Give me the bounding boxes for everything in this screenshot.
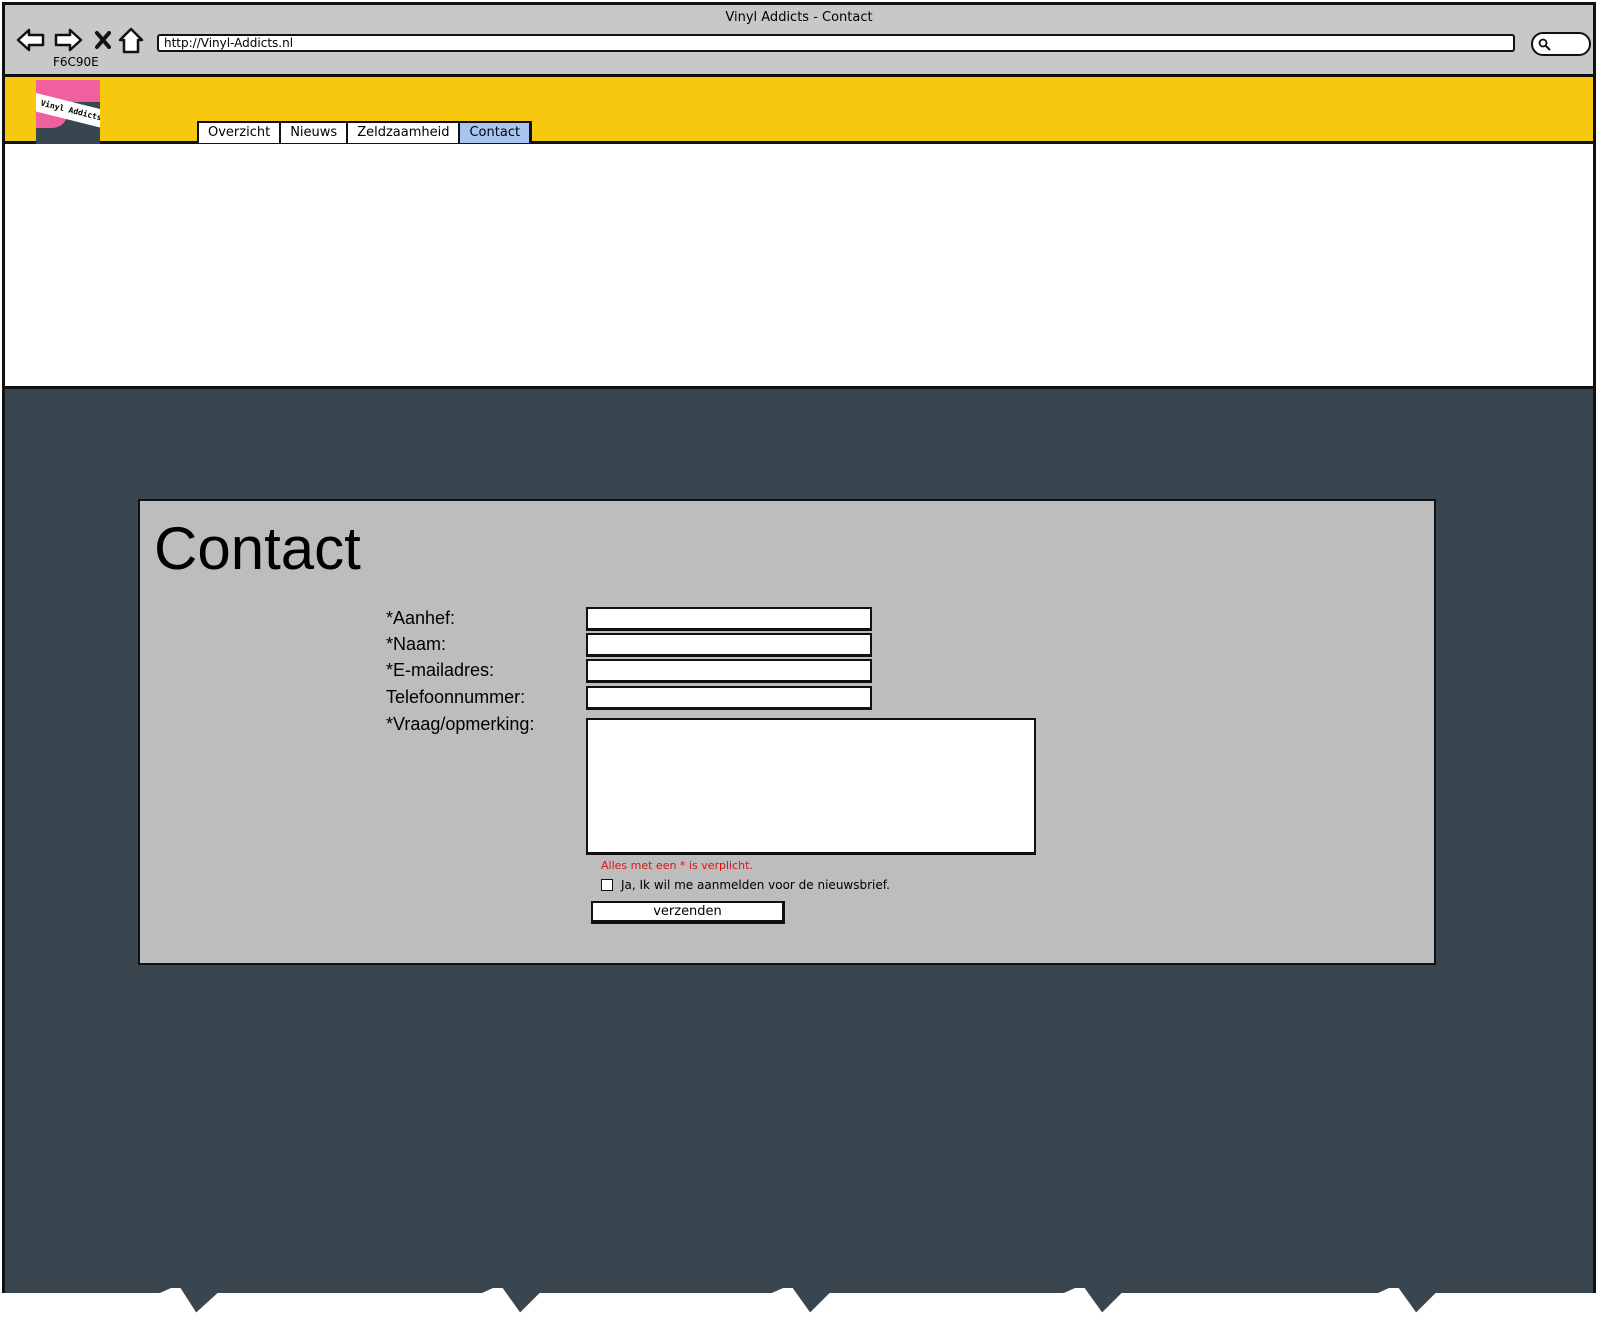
page-title: Contact: [154, 515, 361, 582]
aanhef-label: *Aanhef:: [386, 608, 456, 628]
search-icon: [1538, 38, 1551, 51]
back-arrow-icon[interactable]: [15, 25, 47, 55]
address-bar[interactable]: http://Vinyl-Addicts.nl: [157, 34, 1515, 52]
home-icon[interactable]: [115, 25, 147, 55]
telefoon-field[interactable]: [586, 686, 872, 710]
vraag-textarea[interactable]: [586, 718, 1036, 855]
newsletter-checkbox[interactable]: [601, 879, 613, 891]
naam-field[interactable]: [586, 633, 872, 657]
contact-form-panel: Contact *Aanhef: *Naam: *E-mailadres: Te…: [138, 499, 1436, 965]
tab-overzicht[interactable]: Overzicht: [197, 121, 282, 143]
main-nav-tabs: Overzicht Nieuws Zeldzaamheid Contact: [197, 121, 533, 143]
site-header: Vinyl Addicts Overzicht Nieuws Zeldzaamh…: [5, 77, 1593, 144]
telefoon-label: Telefoonnummer:: [386, 687, 526, 707]
forward-arrow-icon[interactable]: [52, 25, 84, 55]
tab-nieuws[interactable]: Nieuws: [279, 121, 349, 143]
email-field[interactable]: [586, 659, 872, 683]
torn-page-edge: [0, 1288, 1600, 1342]
email-label: *E-mailadres:: [386, 660, 495, 680]
newsletter-option: Ja, Ik wil me aanmelden voor de nieuwsbr…: [601, 878, 890, 892]
aanhef-field[interactable]: [586, 607, 872, 631]
browser-window: Vinyl Addicts - Contact http://Vinyl-Add…: [2, 2, 1596, 1320]
window-title: Vinyl Addicts - Contact: [725, 10, 873, 25]
tab-zeldzaamheid[interactable]: Zeldzaamheid: [346, 121, 461, 143]
required-note: Alles met een * is verplicht.: [601, 859, 753, 872]
vraag-label: *Vraag/opmerking:: [386, 714, 535, 734]
naam-label: *Naam:: [386, 634, 447, 654]
color-label: F6C90E: [53, 55, 99, 69]
hero-banner: [5, 144, 1593, 389]
browser-search[interactable]: [1531, 32, 1591, 56]
newsletter-label[interactable]: Ja, Ik wil me aanmelden voor de nieuwsbr…: [621, 878, 890, 892]
tab-contact[interactable]: Contact: [458, 121, 533, 143]
browser-chrome: Vinyl Addicts - Contact http://Vinyl-Add…: [5, 5, 1593, 77]
site-logo[interactable]: Vinyl Addicts: [36, 80, 100, 144]
submit-button[interactable]: verzenden: [591, 901, 785, 924]
